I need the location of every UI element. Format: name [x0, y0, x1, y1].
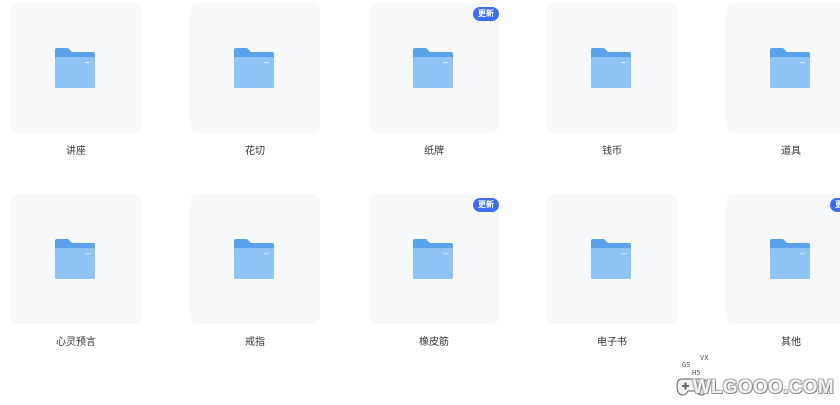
folder-icon — [234, 48, 274, 88]
folder-tile[interactable]: 钱币 — [547, 3, 677, 168]
folder-icon — [413, 239, 453, 279]
update-badge: 更新 — [830, 198, 840, 212]
folder-icon — [591, 239, 631, 279]
folder-icon — [234, 239, 274, 279]
folder-tile[interactable]: 更新其他 — [726, 194, 840, 359]
watermark: GS VX H5 WLGOOO.COM — [674, 354, 834, 401]
folder-icon — [591, 48, 631, 88]
folder-icon — [55, 48, 95, 88]
folder-tile[interactable]: 讲座 — [11, 3, 141, 168]
folder-label: 讲座 — [66, 146, 86, 157]
folder-label: 钱币 — [602, 146, 622, 157]
folder-label: 心灵预言 — [56, 337, 96, 348]
folder-icon — [770, 48, 810, 88]
folder-thumbnail[interactable] — [11, 3, 141, 133]
folder-thumbnail[interactable] — [190, 3, 320, 133]
folder-tile[interactable]: 花切 — [190, 3, 320, 168]
folder-tile[interactable]: 电子书 — [547, 194, 677, 359]
folder-tile[interactable]: 道具 — [726, 3, 840, 168]
update-badge: 更新 — [473, 198, 499, 212]
folder-thumbnail[interactable] — [369, 194, 499, 324]
folder-thumbnail[interactable] — [11, 194, 141, 324]
watermark-small-mid: H5 — [692, 369, 701, 377]
folder-label: 纸牌 — [424, 146, 444, 157]
folder-label: 电子书 — [597, 337, 627, 348]
folder-thumbnail[interactable] — [547, 194, 677, 324]
folder-label: 道具 — [781, 146, 801, 157]
watermark-text: WLGOOO.COM — [692, 377, 834, 398]
folder-icon — [770, 239, 810, 279]
folder-tile[interactable]: 更新橡皮筋 — [369, 194, 499, 359]
folder-icon — [413, 48, 453, 88]
watermark-small-top: VX — [700, 354, 709, 362]
folder-thumbnail[interactable] — [726, 194, 840, 324]
folder-thumbnail[interactable] — [547, 3, 677, 133]
folder-thumbnail[interactable] — [190, 194, 320, 324]
folder-icon — [55, 239, 95, 279]
watermark-small-left: GS — [682, 361, 691, 369]
folder-tile[interactable]: 心灵预言 — [11, 194, 141, 359]
folder-grid: 讲座花切更新纸牌钱币道具心灵预言戒指更新橡皮筋电子书更新其他 — [0, 0, 840, 405]
folder-tile[interactable]: 更新纸牌 — [369, 3, 499, 168]
folder-label: 戒指 — [245, 337, 265, 348]
folder-label: 橡皮筋 — [419, 337, 449, 348]
folder-label: 花切 — [245, 146, 265, 157]
update-badge: 更新 — [473, 7, 499, 21]
folder-label: 其他 — [781, 337, 801, 348]
folder-thumbnail[interactable] — [726, 3, 840, 133]
folder-thumbnail[interactable] — [369, 3, 499, 133]
folder-tile[interactable]: 戒指 — [190, 194, 320, 359]
